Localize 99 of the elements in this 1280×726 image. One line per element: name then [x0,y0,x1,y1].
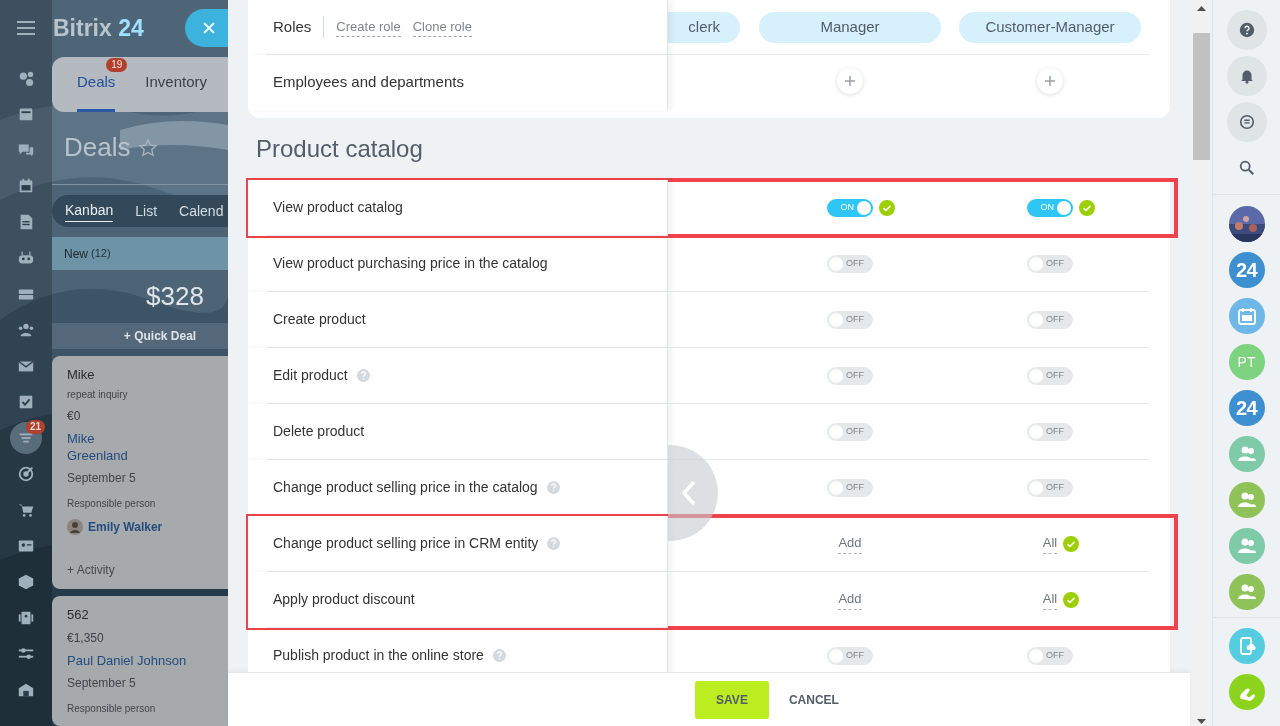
toggle-switch[interactable]: OFF [1027,366,1073,385]
column-name: New [64,245,88,263]
toggle-switch[interactable]: OFF [827,478,873,497]
deal-amount: €1,350 [67,630,104,647]
count-badge: 19 [106,57,128,72]
toggle-switch[interactable]: OFF [1027,254,1073,273]
store-icon [17,681,35,699]
deal-title: Mike [67,366,95,384]
avatar [67,519,83,535]
group-chat-button[interactable] [1228,482,1265,518]
toggle-switch[interactable]: OFF [827,310,873,329]
row-label: Employees and departments [273,72,464,93]
close-icon [202,22,215,35]
people-icon [1236,445,1257,463]
view-tab[interactable]: List [135,200,158,222]
view-tab[interactable]: Kanban [65,200,114,223]
calendar-icon [17,177,35,195]
permission-label: View product catalog [273,198,403,217]
view-tab[interactable]: Calend [179,200,224,222]
toggle-switch[interactable]: OFF [1027,646,1073,665]
calendar-button[interactable] [1228,298,1265,334]
role-action-link[interactable]: Create role [336,16,401,38]
deal-date: September 5 [67,470,136,487]
deal-card[interactable]: Mike repeat inquiry €0 Mike Greenland September 5 Responsible person Emily Walker + Activity [52,356,228,589]
deal-title: 562 [67,606,89,624]
plus-icon [1045,75,1055,86]
close-button[interactable] [185,9,228,48]
toggle-switch[interactable]: OFF [1027,310,1073,329]
toggle-switch[interactable]: ON [1027,198,1073,217]
permission-label: Change product selling price in the catalog [273,478,538,497]
deal-amount: €0 [67,408,81,425]
target-icon [17,465,35,483]
page-title: Deals [64,131,131,165]
add-button[interactable] [1037,67,1063,94]
app-badge[interactable]: 24 [1228,390,1265,426]
cancel-button[interactable]: CANCEL [786,680,841,719]
calendar-icon [1236,306,1257,326]
responsible-link[interactable]: Emily Walker [88,518,163,536]
permission-label: Publish product in the online store [273,646,484,665]
star-icon[interactable] [138,137,159,158]
role-pill[interactable]: clerk [668,11,740,43]
section-title: Product catalog [256,134,423,164]
permission-label: Apply product discount [273,590,415,609]
add-button[interactable] [837,67,863,94]
role-pill[interactable]: Customer-Manager [959,11,1141,43]
responsible-label: Responsible person [67,702,156,716]
column-total: $328 [145,279,204,313]
permission-label: Edit product [273,366,348,385]
scroll-down-icon[interactable] [1196,719,1206,724]
scrollbar[interactable] [1190,0,1212,726]
people-icon [1236,537,1257,555]
permission-link[interactable]: Add [838,533,862,554]
permission-link[interactable]: Add [838,589,862,610]
permission-label: Delete product [273,422,365,441]
role-action-link[interactable]: Clone role [412,16,472,38]
permission-label: Create product [273,310,366,329]
add-activity-link[interactable]: + Activity [67,561,115,579]
menu-icon[interactable] [17,21,35,35]
box-icon [17,573,35,591]
client-link[interactable]: Mike Greenland [67,430,147,464]
toggle-switch[interactable]: ON [827,198,873,217]
permission-link[interactable]: All [1042,589,1058,610]
logo: Bitrix 24 [53,14,144,44]
people-icon [17,321,35,339]
save-button[interactable]: SAVE [695,680,769,719]
plus-icon [845,75,855,86]
scanner-icon [17,609,35,627]
toggle-switch[interactable]: OFF [1027,422,1073,441]
people-icon [1236,583,1257,601]
help-icon [1237,21,1256,39]
deal-card[interactable]: 562 €1,350 Paul Daniel Johnson September 5 Responsible person [52,596,228,726]
column-count: (12) [91,246,111,262]
toggle-switch[interactable]: OFF [1027,478,1073,497]
deal-subtitle: repeat inquiry [67,388,128,402]
permission-label: View product purchasing price in the catalog [273,254,548,273]
people-icon [1236,491,1257,509]
chevron-left-icon [682,480,696,506]
chat-icon [1237,113,1256,131]
app-badge[interactable]: 24 [1228,252,1265,288]
help-button[interactable] [1226,10,1267,50]
role-pill[interactable]: Manager [759,11,941,43]
toggle-switch[interactable]: OFF [827,646,873,665]
permission-link[interactable]: All [1042,533,1058,554]
scroll-thumb[interactable] [1192,33,1210,160]
notifications-button[interactable] [1226,56,1267,96]
group-chat-button[interactable] [1228,574,1265,610]
client-link[interactable]: Paul Daniel Johnson [67,652,187,669]
permission-label: Change product selling price in CRM entity [273,534,539,553]
toggle-switch[interactable]: OFF [827,254,873,273]
sites-icon [17,69,35,87]
chat-button[interactable] [1226,102,1267,142]
toggle-switch[interactable]: OFF [827,366,873,385]
toggle-switch[interactable]: OFF [827,422,873,441]
search-icon [1237,159,1256,177]
deal-date: September 5 [67,675,136,692]
roles-label: Roles [273,15,325,39]
tab[interactable]: Inventory [145,56,208,112]
scroll-up-icon[interactable] [1196,6,1206,11]
responsible-label: Responsible person [67,497,156,511]
